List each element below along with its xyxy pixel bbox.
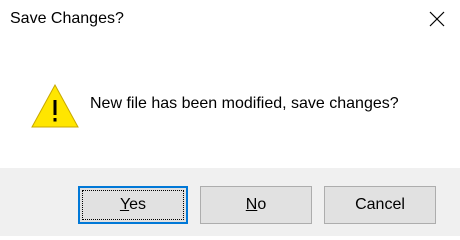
close-icon <box>429 11 445 27</box>
button-bar: Yes No Cancel <box>0 168 460 236</box>
close-button[interactable] <box>414 0 460 38</box>
no-button[interactable]: No <box>200 186 312 224</box>
no-label: No <box>246 196 266 214</box>
dialog-content: New file has been modified, save changes… <box>0 38 460 168</box>
no-mnemonic: N <box>245 196 258 213</box>
save-changes-dialog: Save Changes? New file has been modified… <box>0 0 460 236</box>
cancel-button[interactable]: Cancel <box>324 186 436 224</box>
dialog-title: Save Changes? <box>10 10 124 27</box>
yes-mnemonic: Y <box>119 196 130 213</box>
yes-button[interactable]: Yes <box>78 186 188 224</box>
no-label-rest: o <box>257 196 267 213</box>
yes-label: Yes <box>120 196 146 214</box>
title-bar: Save Changes? <box>0 0 460 38</box>
dialog-message: New file has been modified, save changes… <box>90 95 399 112</box>
yes-label-rest: es <box>129 196 147 213</box>
warning-icon <box>31 84 79 128</box>
cancel-label: Cancel <box>355 196 405 213</box>
